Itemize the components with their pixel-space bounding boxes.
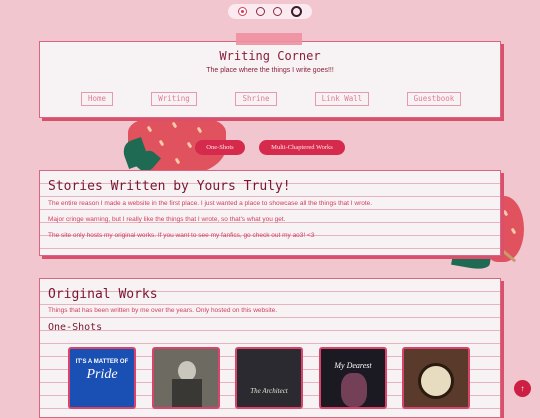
nav-writing[interactable]: Writing bbox=[151, 92, 197, 106]
intro-line-3: The site only hosts my original works. I… bbox=[48, 232, 315, 239]
nav-guestbook[interactable]: Guestbook bbox=[407, 92, 461, 106]
nav-link-wall[interactable]: Link Wall bbox=[315, 92, 369, 106]
scroll-top-button[interactable]: ↑ bbox=[514, 380, 531, 397]
pager-dot-1[interactable] bbox=[238, 7, 248, 16]
book-cover-my-dearest[interactable]: My Dearest bbox=[319, 347, 387, 409]
book-cover-pride[interactable]: IT'S A MATTER OF Pride bbox=[68, 347, 136, 409]
original-works-subtitle: Things that has been written by me over … bbox=[48, 307, 278, 314]
cover-title-main: The Architect bbox=[250, 387, 288, 395]
portrait-figure bbox=[178, 361, 196, 381]
pager-dot-3[interactable] bbox=[273, 7, 283, 16]
intro-title: Stories Written by Yours Truly! bbox=[48, 179, 291, 194]
pager-dots bbox=[228, 4, 312, 19]
nav-home[interactable]: Home bbox=[81, 92, 113, 106]
book-cover-architect[interactable]: The Architect bbox=[235, 347, 303, 409]
cover-figure bbox=[341, 373, 367, 407]
book-cover-2[interactable] bbox=[152, 347, 220, 409]
clock-icon bbox=[418, 363, 454, 399]
site-subtitle: The place where the things I write goes!… bbox=[206, 67, 334, 74]
cover-title-main: Pride bbox=[86, 367, 118, 382]
multi-chaptered-button[interactable]: Multi-Chaptered Works bbox=[259, 140, 345, 155]
site-title: Writing Corner bbox=[219, 49, 321, 63]
one-shots-heading: One-Shots bbox=[48, 322, 103, 333]
cover-title-top: IT'S A MATTER OF bbox=[75, 359, 129, 365]
original-works-title: Original Works bbox=[48, 287, 158, 302]
one-shots-button[interactable]: One-Shots bbox=[195, 140, 245, 155]
intro-line-1: The entire reason I made a website in th… bbox=[48, 200, 373, 207]
intro-line-2: Major cringe warning, but I really like … bbox=[48, 216, 286, 223]
header-panel: Writing Corner The place where the thing… bbox=[39, 41, 501, 118]
cover-title-main: My Dearest bbox=[334, 361, 372, 370]
intro-panel: Stories Written by Yours Truly! The enti… bbox=[39, 170, 501, 256]
tape-decoration bbox=[236, 33, 302, 45]
book-cover-clock[interactable] bbox=[402, 347, 470, 409]
pager-dot-4[interactable] bbox=[290, 6, 302, 17]
nav-shrine[interactable]: Shrine bbox=[235, 92, 277, 106]
pager-dot-2[interactable] bbox=[255, 7, 265, 16]
main-nav: Home Writing Shrine Link Wall Guestbook bbox=[40, 92, 500, 106]
